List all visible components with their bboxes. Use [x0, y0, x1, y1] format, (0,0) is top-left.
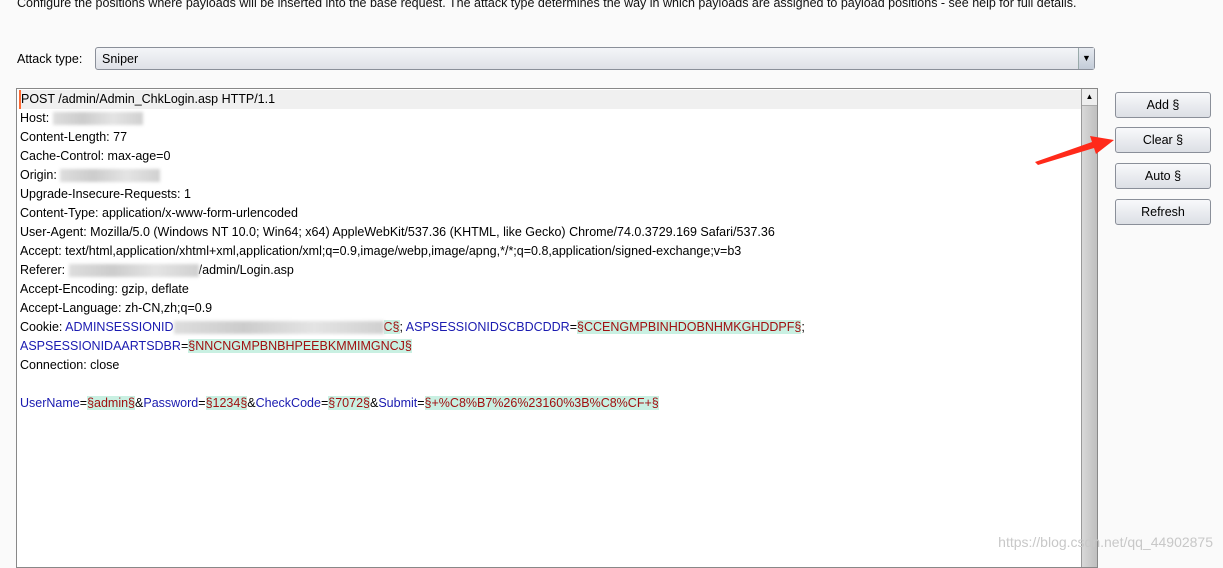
request-line: UserName=§admin§&Password=§1234§&CheckCo… [20, 394, 1081, 413]
request-line: User-Agent: Mozilla/5.0 (Windows NT 10.0… [20, 223, 1081, 242]
request-text-segment: Cookie: [20, 320, 66, 334]
request-line: Connection: close [20, 356, 1081, 375]
refresh-button[interactable]: Refresh [1115, 199, 1211, 225]
param-name: Submit [378, 396, 418, 410]
request-text-segment: = [417, 396, 425, 410]
add-marker-button[interactable]: Add § [1115, 92, 1211, 118]
annotation-arrow-icon [1035, 136, 1114, 165]
attack-type-label: Attack type: [17, 52, 83, 66]
request-text-segment: = [79, 396, 88, 410]
auto-markers-button[interactable]: Auto § [1115, 163, 1211, 189]
request-line: Accept-Language: zh-CN,zh;q=0.9 [20, 299, 1081, 318]
param-name: CheckCode [255, 396, 321, 410]
request-line: Cache-Control: max-age=0 [20, 147, 1081, 166]
request-text-segment: Content-Length: 77 [20, 130, 128, 144]
request-line: Referer: /admin/Login.asp [20, 261, 1081, 280]
payload-position: §NNCNGMPBNBHPEEBKMMIMGNCJ§ [188, 339, 412, 353]
request-line: Origin: [20, 166, 1081, 185]
request-text-segment: Accept: text/html,application/xhtml+xml,… [20, 244, 742, 258]
request-text[interactable]: POST /admin/Admin_ChkLogin.asp HTTP/1.1 H… [19, 90, 1081, 413]
request-text-segment: Content-Type: application/x-www-form-url… [20, 206, 298, 220]
dropdown-arrow-icon[interactable]: ▼ [1078, 48, 1094, 69]
request-text-segment: Referer: [20, 263, 69, 277]
payload-position: §7072§ [328, 396, 370, 410]
instructions-text: Configure the positions where payloads w… [17, 0, 1077, 10]
request-text-segment: Connection: close [20, 358, 120, 372]
request-line [20, 375, 1081, 394]
param-name: ASPSESSIONIDAARTSDBR [20, 339, 181, 353]
request-line: Upgrade-Insecure-Requests: 1 [20, 185, 1081, 204]
scroll-up-icon[interactable]: ▲ [1082, 89, 1097, 106]
request-line: Accept-Encoding: gzip, deflate [20, 280, 1081, 299]
request-text-segment: Cache-Control: max-age=0 [20, 149, 171, 163]
request-text-segment: Upgrade-Insecure-Requests: 1 [20, 187, 191, 201]
payload-position: §CCENGMPBINHDOBNHMKGHDDPF§ [577, 320, 802, 334]
payload-position: §+%C8%B7%26%23160%3B%C8%CF+§ [424, 396, 659, 410]
clear-markers-button[interactable]: Clear § [1115, 127, 1211, 153]
request-line: Content-Type: application/x-www-form-url… [20, 204, 1081, 223]
redacted-value [52, 112, 143, 126]
request-text-segment: Accept-Language: zh-CN,zh;q=0.9 [20, 301, 213, 315]
request-text-segment: & [247, 396, 256, 410]
request-text-segment: Accept-Encoding: gzip, deflate [20, 282, 189, 296]
payload-position: §admin§ [87, 396, 136, 410]
request-text-segment: Origin: [20, 168, 61, 182]
request-line: ASPSESSIONIDAARTSDBR=§NNCNGMPBNBHPEEBKMM… [20, 337, 1081, 356]
param-name: UserName [20, 396, 80, 410]
request-line: Host: [20, 109, 1081, 128]
request-text-segment: POST /admin/Admin_ChkLogin.asp HTTP/1.1 [21, 92, 276, 106]
param-name: ADMINSESSIONID [65, 320, 174, 334]
request-text-segment: = [198, 396, 206, 410]
param-name: Password [143, 396, 199, 410]
request-editor[interactable]: POST /admin/Admin_ChkLogin.asp HTTP/1.1 H… [16, 88, 1098, 568]
redacted-value [60, 169, 161, 183]
redacted-value [173, 321, 384, 335]
param-name: ASPSESSIONIDSCBDCDDR [405, 320, 570, 334]
request-text-segment: ; [801, 320, 805, 334]
request-text-segment: /admin/Login.asp [198, 263, 294, 277]
request-line: Accept: text/html,application/xhtml+xml,… [20, 242, 1081, 261]
redacted-value [68, 264, 199, 278]
payload-position: §1234§ [205, 396, 248, 410]
attack-type-value: Sniper [102, 52, 139, 66]
attack-type-select[interactable]: Sniper ▼ [95, 47, 1095, 70]
request-text-segment: User-Agent: Mozilla/5.0 (Windows NT 10.0… [20, 225, 775, 239]
request-text-segment: Host: [20, 111, 53, 125]
watermark: https://blog.csdn.net/qq_44902875 [998, 534, 1213, 550]
request-line: POST /admin/Admin_ChkLogin.asp HTTP/1.1 [19, 90, 1081, 109]
request-line: Content-Length: 77 [20, 128, 1081, 147]
payload-position: C§ [383, 320, 400, 334]
request-text-segment: = [569, 320, 578, 334]
request-line: Cookie: ADMINSESSIONID C§; ASPSESSIONIDSC… [20, 318, 1081, 337]
